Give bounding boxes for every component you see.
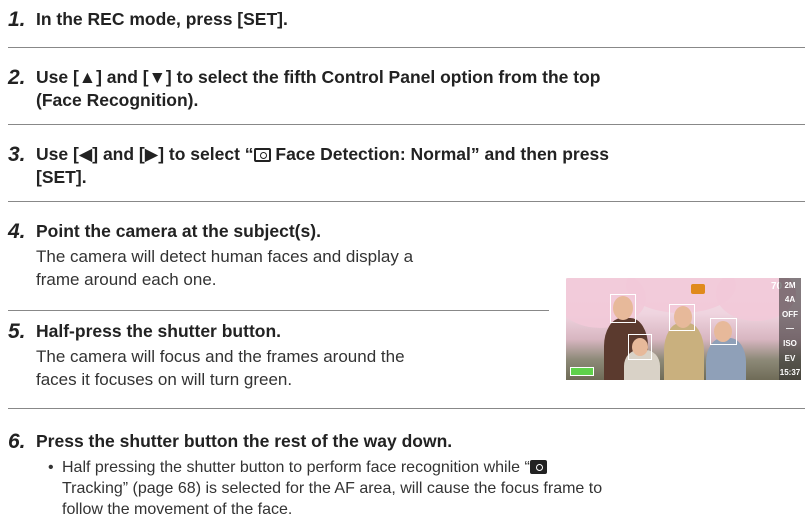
step-title-line-1: Use [◀] and [▶] to select “ Face Detecti… [36,143,609,166]
step-1: 1. In the REC mode, press [SET]. [8,8,288,31]
person [664,323,704,380]
bullet-dot: • [48,459,54,476]
battery-icon [570,367,594,376]
bullet-item: • Half pressing the shutter button to pe… [48,457,805,520]
step-6: 6. Press the shutter button the rest of … [8,430,805,520]
time-indicator: 15:37 [779,368,801,378]
divider [8,47,805,48]
face-frame [610,294,636,323]
step-number: 2. [8,66,26,89]
step-title: Point the camera at the subject(s). [36,221,321,241]
step-number: 1. [8,8,26,31]
step-title-line-2: [SET]. [36,167,87,187]
step-5: 5. Half-press the shutter button. The ca… [8,320,405,391]
divider [8,408,805,409]
step-number: 4. [8,220,26,243]
step-3: 3. Use [◀] and [▶] to select “ Face Dete… [8,143,609,189]
step-title: Half-press the shutter button. [36,321,282,341]
step-title-part-b: Face Detection: Normal” and then press [270,144,609,164]
step-title-line-2: (Face Recognition). [36,90,199,110]
step-title: Press the shutter button the rest of the… [36,431,453,451]
tracking-icon [529,460,547,474]
bullet-text-line-2: Tracking” (page 68) is selected for the … [62,480,603,497]
step-body-line-2: frame around each one. [36,270,217,289]
step-4: 4. Point the camera at the subject(s). T… [8,220,413,291]
bullet-text-line-3: follow the movement of the face. [62,501,293,518]
step-title: In the REC mode, press [SET]. [36,9,288,29]
indicator: EV [784,353,796,363]
face-detection-icon [253,148,271,162]
indicator: ISO [783,339,797,349]
step-number: 6. [8,430,26,453]
indicator: OFF [782,309,798,319]
step-body-line-2: faces it focuses on will turn green. [36,370,293,389]
step-2: 2. Use [▲] and [▼] to select the fifth C… [8,66,601,112]
face-frame [628,334,652,360]
step-title-part-a: Use [◀] and [▶] to select “ [36,144,254,164]
divider [8,201,805,202]
face-frame [710,318,737,345]
divider [8,310,549,311]
camera-settings-panel: 2M 4A OFF — ISO EV 15:37 [779,278,801,380]
step-body-line-1: The camera will focus and the frames aro… [36,347,405,366]
step-body-line-1: The camera will detect human faces and d… [36,247,414,266]
bullet-text: Half pressing the shutter button to perf… [62,457,602,520]
bullet-text-part-a: Half pressing the shutter button to perf… [62,459,530,476]
face-frame [669,304,695,331]
step-title-line-1: Use [▲] and [▼] to select the fifth Cont… [36,67,601,87]
camera-mode-icon [691,284,705,294]
indicator: — [786,324,794,334]
camera-screen-photo: 70 2M 4A OFF — ISO EV 15:37 [566,278,801,380]
step-number: 3. [8,143,26,166]
indicator: 2M [784,280,796,290]
divider [8,124,805,125]
step-number: 5. [8,320,26,343]
indicator: 4A [784,295,796,305]
